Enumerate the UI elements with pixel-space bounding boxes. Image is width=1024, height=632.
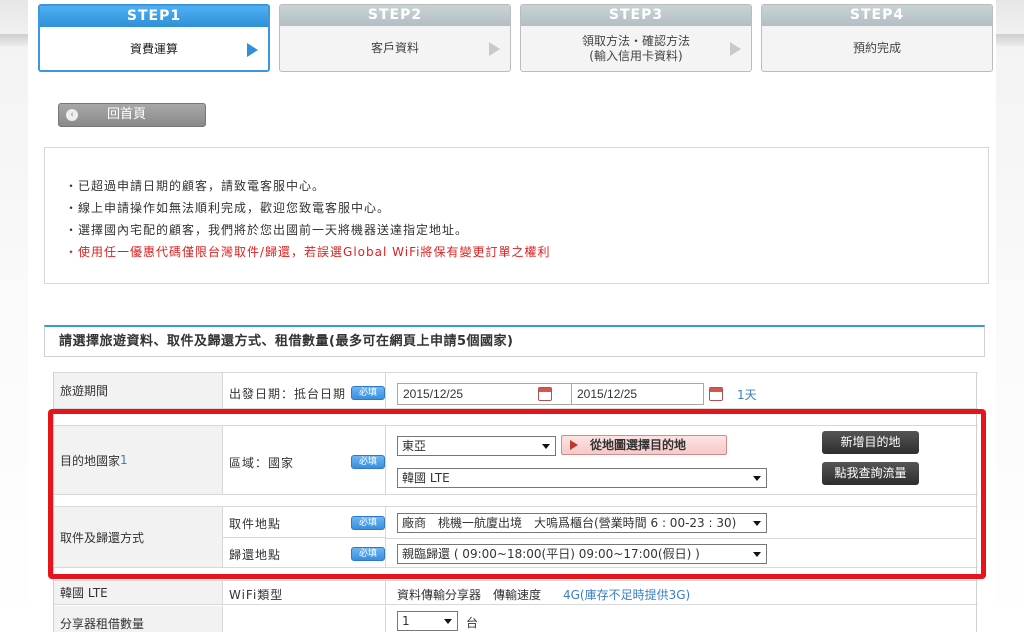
trip-days: 1天 [737,388,757,402]
wifi-row: 韓國 LTE WiFi類型 資料傳輸分享器 傳輸速度 4G(庫存不足時提供3G) [54,580,978,605]
pickup-return-label: 取件及歸還方式 [54,507,223,567]
step-1: STEP1 資費運算 [38,4,270,72]
calendar-icon[interactable] [538,387,552,401]
step-2: STEP2 客戶資料 [279,4,511,72]
pickup-return-row: 取件及歸還方式 取件地點 必填 歸還地點 必填 廠商 桃機一航廈出境 大嗚爲櫃台… [54,506,978,568]
wifi-country-label: 韓國 LTE [54,581,223,604]
step-4-label: 預約完成 [852,41,901,55]
chevron-down-icon [753,552,761,557]
step-2-label: 客戶資料 [370,41,419,55]
step-3-head: STEP3 [521,5,751,26]
chevron-down-icon [542,444,550,449]
pickup-sublabel: 取件地點 [229,517,282,531]
map-select-label: 從地圖選擇目的地 [590,438,687,452]
departure-date-input[interactable]: 2015/12/25 [397,383,588,405]
quantity-row: 分享器租借數量 1 台 [54,606,978,632]
chevron-left-icon: ‹ [66,109,78,121]
chevron-down-icon [444,619,452,624]
step-4: STEP4 預約完成 [761,4,993,72]
travel-date-sublabel: 出發日期：抵台日期 [229,387,347,401]
check-traffic-button[interactable]: 點我查詢流量 [822,462,919,485]
travel-period-row: 旅遊期間 出發日期：抵台日期 必填 2015/12/25 2015/12/25 … [54,372,978,409]
add-destination-button[interactable]: 新增目的地 [822,431,919,454]
map-select-button[interactable]: 從地圖選擇目的地 [561,435,727,455]
return-location-select[interactable]: 親臨歸還 ( 09:00~18:00(平日) 09:00~17:00(假日) ) [397,544,767,564]
country-select[interactable]: 韓國 LTE [397,468,767,488]
quantity-label: 分享器租借數量 [54,606,223,632]
return-sublabel: 歸還地點 [229,548,282,562]
chevron-down-icon [753,476,761,481]
section-title: 請選擇旅遊資料、取件及歸還方式、租借數量(最多可在網頁上申請5個國家) [44,325,985,357]
step-1-label: 資費運算 [129,42,178,56]
destination-label-cell: 目的地國家 1 [54,426,223,494]
notice-item: ・線上申請操作如無法順利完成，歡迎您致電客服中心。 [65,201,391,215]
region-select-value: 東亞 [402,439,427,453]
calendar-icon[interactable] [709,387,723,401]
region-country-sublabel: 區域：國家 [229,456,295,470]
required-badge: 必填 [351,455,385,469]
step-3: STEP3 領取方法・確認方法 (輸入信用卡資料) [520,4,752,72]
wifi-speed: 4G(庫存不足時提供3G) [563,588,691,602]
pickup-location-select[interactable]: 廠商 桃機一航廈出境 大嗚爲櫃台(營業時間 6 : 00-23 : 30) [397,513,767,533]
home-button[interactable]: ‹ 回首頁 [58,103,206,127]
notice-item: ・選擇國內宅配的顧客，我們將於您出國前一天將機器送達指定地址。 [65,223,469,237]
row-divider [386,538,976,539]
return-date-input[interactable]: 2015/12/25 [571,383,704,405]
home-button-label: 回首頁 [107,107,147,122]
step-arrow-icon [489,41,500,56]
return-location-value: 親臨歸還 ( 09:00~18:00(平日) 09:00~17:00(假日) ) [402,547,700,561]
destination-row: 目的地國家 1 區域：國家 必填 東亞 從地圖選擇目的地 韓國 LTE 新增目的地… [54,425,978,495]
step-4-head: STEP4 [762,5,992,26]
region-select[interactable]: 東亞 [397,436,556,456]
step-arrow-icon [730,41,741,56]
step-3-label: 領取方法・確認方法 [581,33,690,48]
wifi-type-sublabel: WiFi類型 [229,588,284,602]
step-3-label2: (輸入信用卡資料) [589,48,683,63]
booking-form: 旅遊期間 出發日期：抵台日期 必填 2015/12/25 2015/12/25 … [53,372,978,632]
quantity-select-value: 1 [402,614,410,628]
notice-item-warning: ・使用任一優惠代碼僅限台灣取件/歸還，若誤選Global WiFi將保有變更訂單… [65,245,551,259]
travel-period-label: 旅遊期間 [54,373,223,408]
quantity-select[interactable]: 1 [397,611,458,631]
wifi-type-value: 資料傳輸分享器 傳輸速度 [397,588,542,602]
required-badge: 必填 [351,547,385,561]
play-icon [570,440,578,450]
notice-box: ・已超過申請日期的顧客，請致電客服中心。 ・線上申請操作如無法順利完成，歡迎您致… [44,147,989,284]
required-badge: 必填 [351,386,385,400]
step-2-head: STEP2 [280,5,510,26]
required-badge: 必填 [351,516,385,530]
destination-index: 1 [120,453,128,467]
chevron-down-icon [753,521,761,526]
step-arrow-icon [247,42,258,57]
country-select-value: 韓國 LTE [402,471,450,485]
quantity-unit: 台 [466,616,479,630]
notice-item: ・已超過申請日期的顧客，請致電客服中心。 [65,179,326,193]
step-1-head: STEP1 [40,6,268,27]
destination-label: 目的地國家 [60,453,121,468]
pickup-location-value: 廠商 桃機一航廈出境 大嗚爲櫃台(營業時間 6 : 00-23 : 30) [402,516,737,530]
